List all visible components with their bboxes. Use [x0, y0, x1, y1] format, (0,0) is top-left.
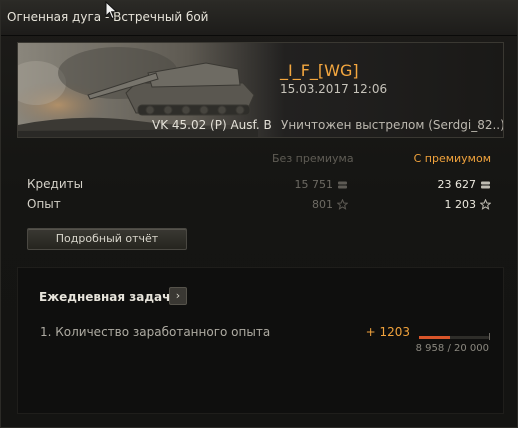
- daily-task-label: 1. Количество заработанного опыта: [40, 325, 271, 339]
- title-bar: Огненная дуга - Встречный бой: [1, 1, 517, 36]
- column-header-premium: С премиумом: [413, 152, 491, 165]
- daily-progress-fill: [419, 336, 451, 339]
- credits-basic-amount: 15 751: [294, 178, 334, 191]
- daily-progress-bar: [419, 333, 490, 340]
- experience-premium-amount: 1 203: [444, 198, 477, 211]
- star-icon: [480, 199, 491, 210]
- experience-basic-value: 801: [312, 198, 348, 211]
- experience-premium-value: 1 203: [444, 198, 491, 211]
- battle-mode: Встречный бой: [113, 10, 209, 24]
- battle-banner: _I_F_[WG] 15.03.2017 12:06 VK 45.02 (P) …: [17, 42, 504, 138]
- daily-progress-text: 8 958 / 20 000: [415, 343, 489, 354]
- tank-name: VK 45.02 (P) Ausf. B: [152, 118, 272, 132]
- daily-task-gain: + 1203: [365, 325, 410, 339]
- mouse-cursor-icon: [105, 1, 118, 20]
- credits-premium-value: 23 627: [438, 178, 492, 191]
- credits-premium-amount: 23 627: [437, 178, 477, 191]
- credits-icon: [338, 181, 347, 188]
- battle-results-window: Огненная дуга - Встречный бой _I_F_[WG] …: [0, 0, 518, 428]
- credits-label: Кредиты: [27, 177, 84, 191]
- daily-progress-end-marker: [489, 333, 490, 340]
- credits-icon: [481, 181, 490, 188]
- daily-mission-panel: Ежедневная задача › 1. Количество зарабо…: [17, 267, 504, 414]
- credits-basic-value: 15 751: [295, 178, 349, 191]
- column-header-basic: Без премиума: [272, 152, 354, 165]
- chevron-right-icon[interactable]: ›: [169, 287, 187, 305]
- experience-label: Опыт: [27, 197, 61, 211]
- battle-date: 15.03.2017 12:06: [280, 82, 388, 96]
- destroyed-by-info: Уничтожен выстрелом (Serdgi_82..): [281, 118, 504, 132]
- experience-basic-amount: 801: [312, 198, 333, 211]
- star-icon: [337, 199, 348, 210]
- daily-mission-title: Ежедневная задача: [39, 290, 179, 304]
- player-name: _I_F_[WG]: [280, 61, 359, 80]
- detailed-report-button[interactable]: Подробный отчёт: [27, 228, 187, 250]
- map-name: Огненная дуга: [7, 10, 102, 24]
